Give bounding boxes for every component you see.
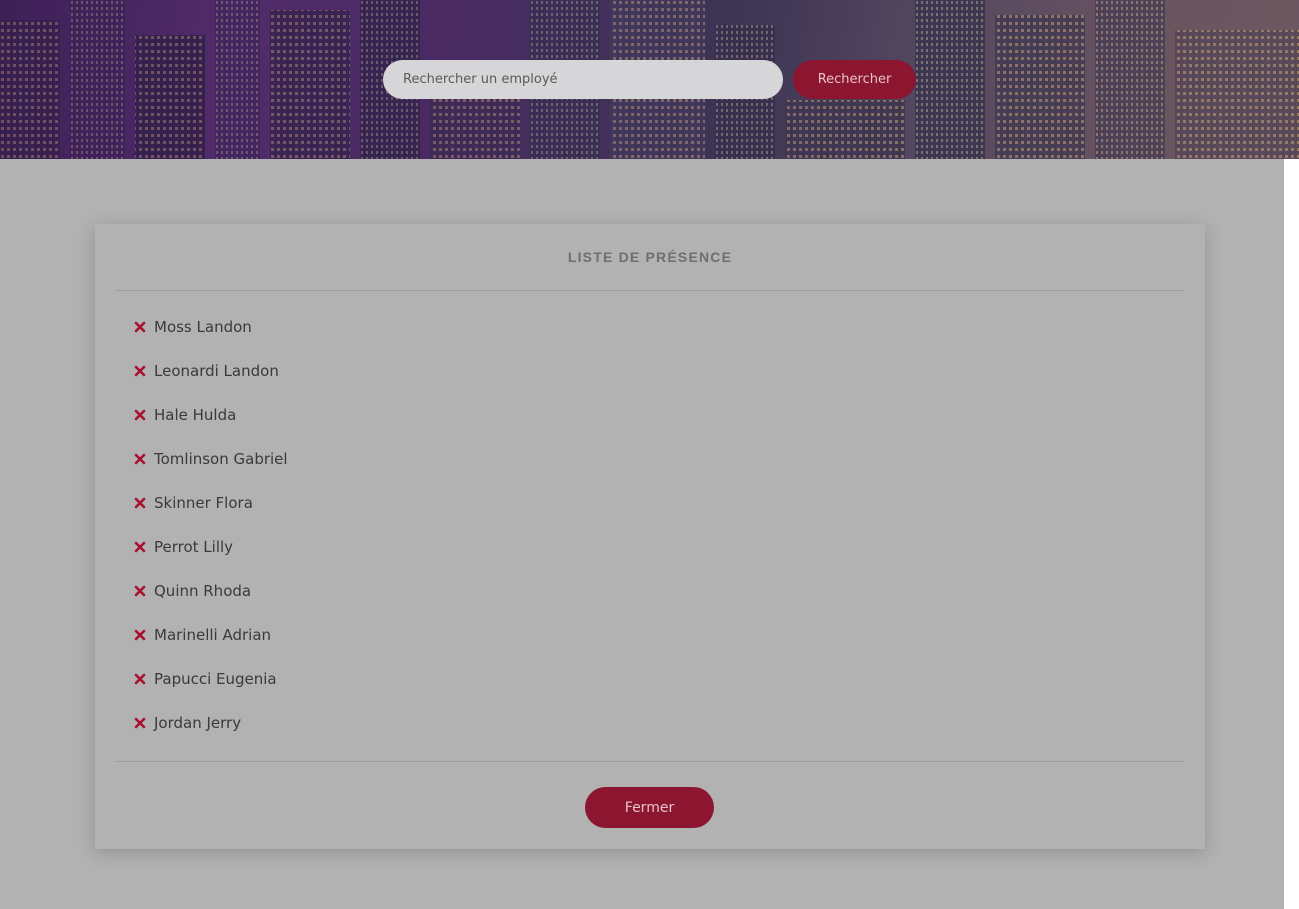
list-item: Papucci Eugenia xyxy=(132,668,288,712)
employee-name: Moss Landon xyxy=(154,318,252,336)
list-item: Perrot Lilly xyxy=(132,536,288,580)
employee-name: Papucci Eugenia xyxy=(154,670,277,688)
footer-divider xyxy=(115,761,1185,762)
modal-title: LISTE DE PRÉSENCE xyxy=(567,249,733,265)
search-input[interactable] xyxy=(383,60,783,99)
list-item: Skinner Flora xyxy=(132,492,288,536)
close-icon xyxy=(132,624,148,646)
close-icon xyxy=(132,492,148,514)
attendance-modal: LISTE DE PRÉSENCE Moss Landon Leonardi La… xyxy=(95,224,1205,849)
list-item: Marinelli Adrian xyxy=(132,624,288,668)
page: Rechercher LISTE DE PRÉSENCE Moss Landon… xyxy=(0,0,1299,909)
list-item: Leonardi Landon xyxy=(132,360,288,404)
list-item: Quinn Rhoda xyxy=(132,580,288,624)
close-icon xyxy=(132,448,148,470)
employee-name: Jordan Jerry xyxy=(154,714,242,732)
close-icon xyxy=(132,536,148,558)
close-icon xyxy=(132,580,148,602)
search-button[interactable]: Rechercher xyxy=(793,60,916,99)
employee-name: Tomlinson Gabriel xyxy=(154,450,288,468)
employee-name: Hale Hulda xyxy=(154,406,237,424)
close-icon xyxy=(132,316,148,338)
close-icon xyxy=(132,404,148,426)
list-item: Moss Landon xyxy=(132,316,288,360)
list-item: Hale Hulda xyxy=(132,404,288,448)
list-item: Tomlinson Gabriel xyxy=(132,448,288,492)
employee-name: Leonardi Landon xyxy=(154,362,279,380)
close-icon xyxy=(132,668,148,690)
employee-name: Quinn Rhoda xyxy=(154,582,252,600)
list-item: Jordan Jerry xyxy=(132,712,288,756)
close-button[interactable]: Fermer xyxy=(585,787,714,828)
employee-name: Skinner Flora xyxy=(154,494,253,512)
hero-banner: Rechercher xyxy=(0,0,1299,159)
close-icon xyxy=(132,360,148,382)
employee-name: Perrot Lilly xyxy=(154,538,234,556)
employee-name: Marinelli Adrian xyxy=(154,626,272,644)
scrollbar-gutter xyxy=(1284,159,1299,909)
header-divider xyxy=(115,290,1185,291)
employee-list: Moss Landon Leonardi Landon Hale Hulda Toml… xyxy=(132,316,288,756)
close-icon xyxy=(132,712,148,734)
